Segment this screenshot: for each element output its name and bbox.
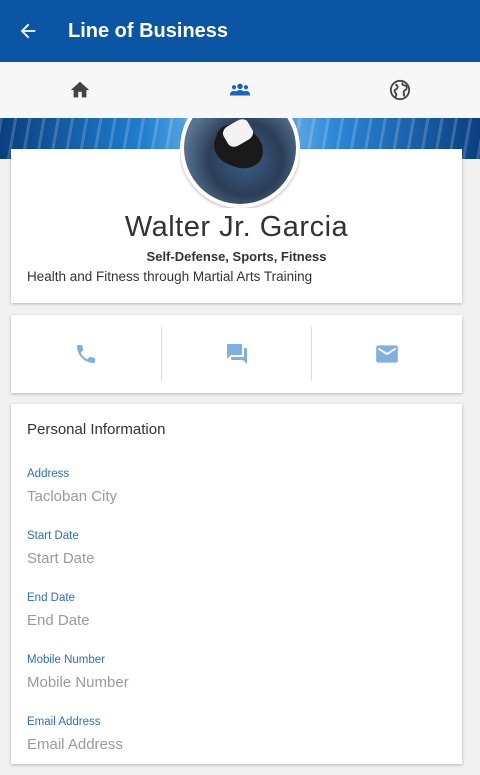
- globe-icon: [389, 79, 411, 101]
- personal-info-card: Personal Information Address Tacloban Ci…: [11, 404, 462, 764]
- profile-name: Walter Jr. Garcia: [124, 211, 349, 243]
- end-date-field[interactable]: End Date End Date: [27, 592, 447, 629]
- field-label: Start Date: [27, 530, 79, 542]
- field-label: Address: [27, 468, 70, 480]
- email-address-input[interactable]: Email Address: [27, 736, 447, 753]
- tab-home[interactable]: [0, 62, 160, 118]
- field-label: Email Address: [27, 716, 101, 728]
- address-field[interactable]: Address Tacloban City: [27, 468, 447, 505]
- call-button[interactable]: [11, 327, 161, 381]
- avatar-photo: [184, 118, 296, 204]
- avatar[interactable]: [180, 118, 300, 208]
- page-title: Line of Business: [68, 19, 229, 42]
- address-value[interactable]: Tacloban City: [27, 488, 447, 505]
- email-address-field[interactable]: Email Address Email Address: [27, 716, 447, 753]
- mobile-number-input[interactable]: Mobile Number: [27, 674, 447, 691]
- field-label: End Date: [27, 592, 75, 604]
- profile-description: Health and Fitness through Martial Arts …: [27, 269, 313, 284]
- start-date-field[interactable]: Start Date Start Date: [27, 530, 447, 567]
- field-label: Mobile Number: [27, 654, 105, 666]
- tab-group[interactable]: [160, 62, 320, 118]
- home-icon: [70, 81, 90, 98]
- phone-icon: [76, 345, 95, 363]
- contact-card: [11, 315, 462, 393]
- group-icon: [229, 83, 251, 96]
- start-date-input[interactable]: Start Date: [27, 550, 447, 567]
- message-button[interactable]: [160, 327, 313, 381]
- email-icon: [376, 345, 399, 363]
- mobile-number-field[interactable]: Mobile Number Mobile Number: [27, 654, 447, 691]
- section-title: Personal Information: [27, 421, 166, 438]
- chat-icon: [226, 344, 247, 364]
- end-date-input[interactable]: End Date: [27, 612, 447, 629]
- arrow-back-icon: [20, 23, 36, 39]
- email-button[interactable]: [312, 327, 462, 381]
- profile-categories: Self-Defense, Sports, Fitness: [146, 249, 327, 264]
- app-bar: Line of Business: [0, 0, 480, 62]
- back-button[interactable]: [0, 0, 56, 62]
- tab-bar: [0, 62, 480, 119]
- tab-globe[interactable]: [320, 62, 480, 118]
- avatar-container: [180, 118, 300, 208]
